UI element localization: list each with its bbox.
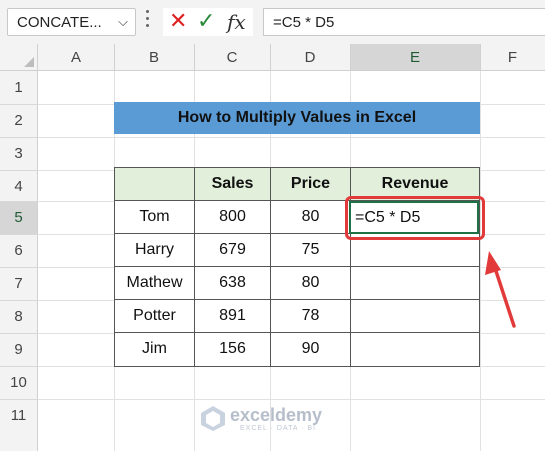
column-header-a[interactable]: A <box>38 44 114 71</box>
table-cell-name[interactable]: Tom <box>115 201 195 234</box>
table-cell-name[interactable]: Mathew <box>115 267 195 300</box>
row-header-4[interactable]: 4 <box>0 170 38 201</box>
row-header-5[interactable]: 5 <box>0 201 38 234</box>
column-divider <box>114 44 115 71</box>
name-box-value: CONCATE... <box>17 14 102 31</box>
row-divider <box>0 399 38 400</box>
table-cell-sales[interactable]: 800 <box>195 201 271 234</box>
table-cell-revenue[interactable] <box>351 333 480 367</box>
watermark-tagline: EXCEL · DATA · BI <box>240 425 316 432</box>
table-cell-revenue[interactable] <box>351 300 480 333</box>
row-header-7[interactable]: 7 <box>0 267 38 300</box>
table-cell-sales[interactable]: 891 <box>195 300 271 333</box>
row-divider <box>0 333 38 334</box>
column-header-c[interactable]: C <box>194 44 270 71</box>
highlight-box <box>345 196 485 240</box>
header-cell-price[interactable]: Price <box>271 168 351 201</box>
sheet-title[interactable]: How to Multiply Values in Excel <box>114 102 480 134</box>
formula-bar: CONCATE... ⌵ ✕ ✓ fx =C5 * D5 <box>0 0 545 44</box>
gridline <box>38 137 545 138</box>
table-cell-price[interactable]: 90 <box>271 333 351 367</box>
table-cell-sales[interactable]: 638 <box>195 267 271 300</box>
table-cell-name[interactable]: Potter <box>115 300 195 333</box>
row-header-3[interactable]: 3 <box>0 137 38 170</box>
row-header-11[interactable]: 11 <box>0 399 38 451</box>
column-header-e[interactable]: E <box>350 44 480 71</box>
column-divider <box>194 44 195 71</box>
row-header-1[interactable]: 1 <box>0 71 38 104</box>
row-divider <box>0 104 38 105</box>
select-all-corner[interactable] <box>0 44 38 71</box>
table-cell-revenue[interactable] <box>351 267 480 300</box>
chevron-down-icon[interactable]: ⌵ <box>118 14 128 30</box>
column-header-d[interactable]: D <box>270 44 350 71</box>
row-header-6[interactable]: 6 <box>0 234 38 267</box>
gridline <box>38 399 545 400</box>
table-cell-price[interactable]: 80 <box>271 267 351 300</box>
table-cell-price[interactable]: 80 <box>271 201 351 234</box>
row-divider <box>0 234 38 235</box>
column-header-f[interactable]: F <box>480 44 545 71</box>
more-options-icon[interactable] <box>144 10 150 32</box>
row-header-2[interactable]: 2 <box>0 104 38 137</box>
table-cell-name[interactable]: Harry <box>115 234 195 267</box>
header-cell-sales[interactable]: Sales <box>195 168 271 201</box>
exceldemy-logo-icon <box>201 406 225 431</box>
row-divider <box>0 300 38 301</box>
formula-text: =C5 * D5 <box>273 14 335 31</box>
row-divider <box>0 201 38 202</box>
row-header-9[interactable]: 9 <box>0 333 38 366</box>
watermark-logo: exceldemy EXCEL · DATA · BI <box>200 403 360 435</box>
table-cell-sales[interactable]: 679 <box>195 234 271 267</box>
row-header-10[interactable]: 10 <box>0 366 38 399</box>
insert-function-icon[interactable]: fx <box>227 10 246 34</box>
header-cell-name[interactable] <box>115 168 195 201</box>
row-divider <box>0 137 38 138</box>
gridline <box>480 71 481 451</box>
sheet-title-text: How to Multiply Values in Excel <box>177 109 417 126</box>
watermark-text: exceldemy <box>230 405 323 425</box>
formula-input[interactable]: =C5 * D5 <box>263 8 545 36</box>
formula-bar-buttons: ✕ ✓ fx <box>163 8 253 36</box>
name-box[interactable]: CONCATE... ⌵ <box>7 8 136 36</box>
table-cell-price[interactable]: 78 <box>271 300 351 333</box>
table-cell-sales[interactable]: 156 <box>195 333 271 367</box>
table-cell-name[interactable]: Jim <box>115 333 195 367</box>
column-divider <box>270 44 271 71</box>
row-divider <box>0 366 38 367</box>
check-icon[interactable]: ✓ <box>197 9 215 34</box>
column-divider <box>350 44 351 71</box>
row-divider <box>0 267 38 268</box>
column-header-b[interactable]: B <box>114 44 194 71</box>
column-divider <box>480 44 481 71</box>
table-cell-price[interactable]: 75 <box>271 234 351 267</box>
row-header-8[interactable]: 8 <box>0 300 38 333</box>
row-divider <box>0 170 38 171</box>
close-icon[interactable]: ✕ <box>169 9 187 34</box>
